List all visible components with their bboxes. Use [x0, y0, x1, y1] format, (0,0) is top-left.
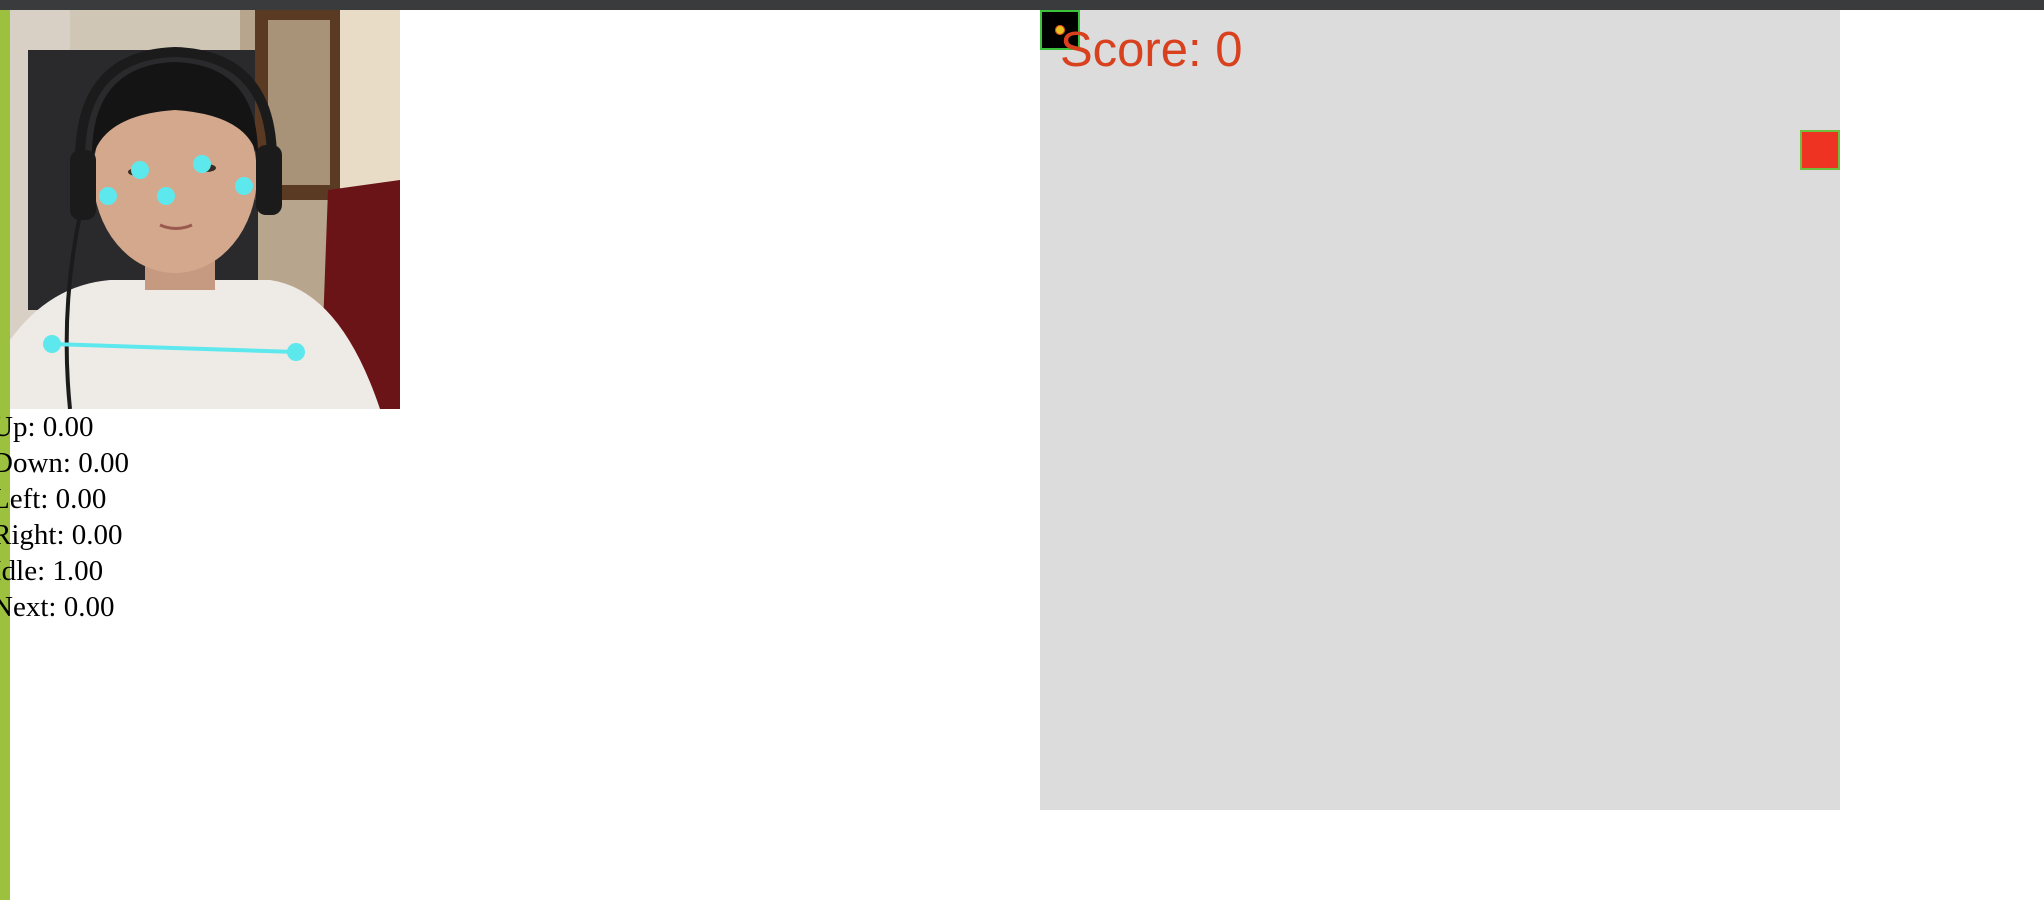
- prediction-next: Next: 0.00: [0, 589, 600, 625]
- prediction-idle: Idle: 1.00: [0, 553, 600, 589]
- prediction-left: Left: 0.00: [0, 481, 600, 517]
- prediction-label: Down: [0, 447, 63, 479]
- webcam-pose-overlay: [10, 10, 400, 409]
- prediction-label: Idle: [0, 555, 38, 587]
- webcam-feed: [10, 10, 400, 409]
- game-board[interactable]: Score: 0: [1040, 10, 1840, 810]
- prediction-right: Right: 0.00: [0, 517, 600, 553]
- prediction-up: Up: 0.00: [0, 409, 600, 445]
- score-text: Score: 0: [1060, 23, 1243, 77]
- browser-top-bar: [0, 0, 2044, 10]
- prediction-value: 0.00: [42, 411, 94, 443]
- prediction-label: Up: [0, 411, 28, 443]
- prediction-list: Up: 0.00 Down: 0.00 Left: 0.00 Right: 0.…: [0, 409, 600, 625]
- prediction-value: 0.00: [55, 483, 107, 515]
- prediction-label: Right: [0, 519, 57, 551]
- prediction-value: 0.00: [78, 447, 129, 479]
- prediction-value: 1.00: [52, 555, 104, 587]
- prediction-label: Left: [0, 483, 41, 515]
- food-icon: [1800, 130, 1840, 170]
- prediction-value: 0.00: [63, 591, 115, 623]
- prediction-label: Next: [0, 591, 49, 623]
- prediction-down: Down: 0.00: [0, 445, 600, 481]
- prediction-value: 0.00: [71, 519, 123, 551]
